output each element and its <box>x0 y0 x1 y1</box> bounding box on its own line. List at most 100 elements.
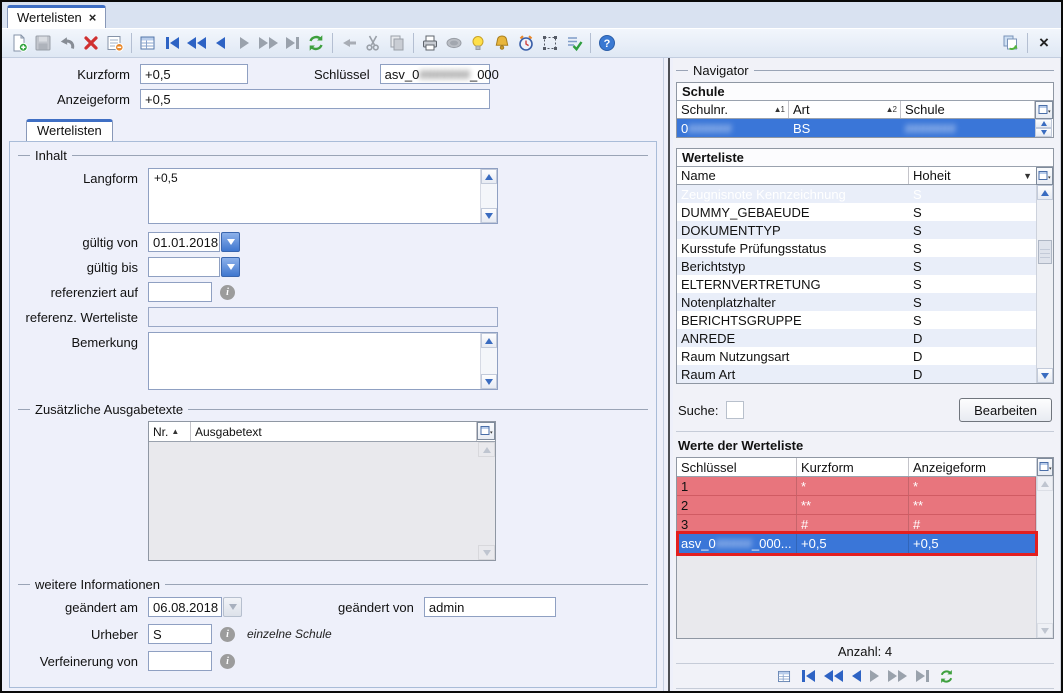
column-header-nr[interactable]: Nr.▲ <box>149 422 191 441</box>
dropdown-arrow-icon[interactable] <box>221 232 240 252</box>
schluessel-field[interactable]: asv_0#######_000 <box>380 64 490 84</box>
dropdown-arrow-icon[interactable] <box>221 257 240 277</box>
schule-row-art[interactable]: BS <box>789 119 901 137</box>
werteliste-row[interactable]: Raum Nutzungsart D <box>677 347 1036 365</box>
werte-row[interactable]: 1 * * <box>677 477 1036 496</box>
tab-wertelisten[interactable]: Wertelisten × <box>7 5 106 28</box>
last-record-icon <box>280 31 304 55</box>
column-header-schluessel[interactable]: Schlüssel <box>677 458 797 476</box>
geaendert-am-field[interactable]: 06.08.2018 <box>148 597 242 617</box>
scroll-down-button[interactable] <box>481 374 497 389</box>
gueltig-bis-datepicker[interactable] <box>148 257 240 277</box>
previous-record-button[interactable] <box>208 31 232 55</box>
column-header-schule[interactable]: Schule <box>901 101 1035 118</box>
close-view-button[interactable]: × <box>1032 31 1056 55</box>
schule-row-schule[interactable]: ####### <box>901 119 1035 137</box>
previous-record-button[interactable] <box>852 670 861 682</box>
switch-window-button[interactable] <box>999 31 1023 55</box>
next-record-icon <box>232 31 256 55</box>
first-record-button[interactable] <box>802 670 815 682</box>
werteliste-row[interactable]: ANREDE D <box>677 329 1036 347</box>
werteliste-row[interactable]: Notenplatzhalter S <box>677 293 1036 311</box>
werteliste-row[interactable]: DOKUMENTTYP S <box>677 221 1036 239</box>
urheber-field[interactable]: S <box>148 624 212 644</box>
kurzform-label: Kurzform <box>12 67 140 82</box>
fast-forward-icon <box>256 31 280 55</box>
reminder-bell-button[interactable] <box>490 31 514 55</box>
werteliste-row[interactable]: ELTERNVERTRETUNG S <box>677 275 1036 293</box>
werteliste-row[interactable]: Zeugnisnote Kennzeichnung S <box>677 185 1036 203</box>
first-record-button[interactable] <box>160 31 184 55</box>
toolbar-separator <box>131 33 132 53</box>
new-record-button[interactable] <box>7 31 31 55</box>
werteliste-row[interactable]: Berichtstyp S <box>677 257 1036 275</box>
werte-row[interactable]: asv_0#####_000... +0,5 +0,5 <box>677 534 1036 553</box>
scroll-down-disabled-icon <box>478 545 495 560</box>
refresh-button[interactable] <box>938 668 955 685</box>
column-config-button[interactable] <box>1037 458 1053 476</box>
fast-backward-button[interactable] <box>824 670 843 682</box>
werteliste-row[interactable]: Kursstufe Prüfungsstatus S <box>677 239 1036 257</box>
werteliste-row[interactable]: BERICHTSGRUPPE S <box>677 311 1036 329</box>
print-button[interactable] <box>418 31 442 55</box>
panel-splitter[interactable] <box>668 58 670 691</box>
werte-row[interactable]: 3 # # <box>677 515 1036 534</box>
column-config-button[interactable] <box>1036 167 1053 185</box>
record-count: Anzahl: 4 <box>676 641 1054 661</box>
spin-down-button[interactable] <box>1035 128 1052 137</box>
weitere-group-legend: weitere Informationen <box>18 577 648 592</box>
suche-input[interactable] <box>726 401 744 419</box>
verfeinerung-von-field[interactable] <box>148 651 212 671</box>
column-header-hoheit[interactable]: Hoheit▼ <box>909 167 1035 184</box>
column-config-button[interactable] <box>477 422 495 440</box>
referenziert-auf-field[interactable] <box>148 282 212 302</box>
gueltig-bis-label: gültig bis <box>20 260 148 275</box>
hint-bulb-button[interactable] <box>466 31 490 55</box>
werteliste-row[interactable]: DUMMY_GEBAEUDE S <box>677 203 1036 221</box>
schule-table-title: Schule <box>677 83 1053 101</box>
last-record-icon <box>916 670 929 682</box>
alarm-clock-button[interactable] <box>514 31 538 55</box>
langform-label: Langform <box>20 168 148 186</box>
spin-up-button[interactable] <box>1035 119 1052 128</box>
verfeinerung-von-label: Verfeinerung von <box>20 654 148 669</box>
urheber-label: Urheber <box>20 627 148 642</box>
column-header-art[interactable]: Art▲2 <box>789 101 901 118</box>
subtab-wertelisten[interactable]: Wertelisten <box>26 119 113 141</box>
refresh-button[interactable] <box>304 31 328 55</box>
gueltig-von-datepicker[interactable]: 01.01.2018 <box>148 232 240 252</box>
bearbeiten-button[interactable]: Bearbeiten <box>959 398 1052 422</box>
werteliste-row[interactable]: Raum Art D <box>677 365 1036 383</box>
check-edit-button[interactable] <box>562 31 586 55</box>
bemerkung-textarea[interactable] <box>148 332 498 390</box>
scroll-up-button[interactable] <box>1037 185 1053 200</box>
column-header-anzeigeform[interactable]: Anzeigeform <box>909 458 1036 476</box>
show-record-table-button[interactable] <box>136 31 160 55</box>
anzeigeform-field[interactable]: +0,5 <box>140 89 490 109</box>
scrollbar-thumb[interactable] <box>1038 240 1052 264</box>
kurzform-field[interactable]: +0,5 <box>140 64 248 84</box>
show-record-table-button[interactable] <box>776 668 793 685</box>
form-remove-button[interactable] <box>103 31 127 55</box>
delete-record-button[interactable] <box>79 31 103 55</box>
scroll-down-button[interactable] <box>481 208 497 223</box>
tab-close-icon[interactable]: × <box>89 12 97 23</box>
column-header-name[interactable]: Name <box>677 167 909 184</box>
scroll-down-button[interactable] <box>1037 368 1053 383</box>
referenz-werteliste-field[interactable] <box>148 307 498 327</box>
column-header-schulnr[interactable]: Schulnr.▲1 <box>677 101 789 118</box>
werte-row[interactable]: 2 ** ** <box>677 496 1036 515</box>
redacted-text: ####### <box>419 67 470 82</box>
help-button[interactable]: ? <box>595 31 619 55</box>
column-header-kurzform[interactable]: Kurzform <box>797 458 909 476</box>
schule-row-schulnr[interactable]: 0###### <box>677 119 789 137</box>
column-header-ausgabetext[interactable]: Ausgabetext <box>191 422 477 441</box>
fast-backward-button[interactable] <box>184 31 208 55</box>
werte-table-title: Werte der Werteliste <box>676 438 1054 457</box>
scroll-up-button[interactable] <box>481 333 497 348</box>
langform-textarea[interactable]: +0,5 <box>148 168 498 224</box>
geaendert-von-field[interactable]: admin <box>424 597 556 617</box>
selection-button[interactable] <box>538 31 562 55</box>
column-config-button[interactable] <box>1035 101 1053 119</box>
scroll-up-button[interactable] <box>481 169 497 184</box>
